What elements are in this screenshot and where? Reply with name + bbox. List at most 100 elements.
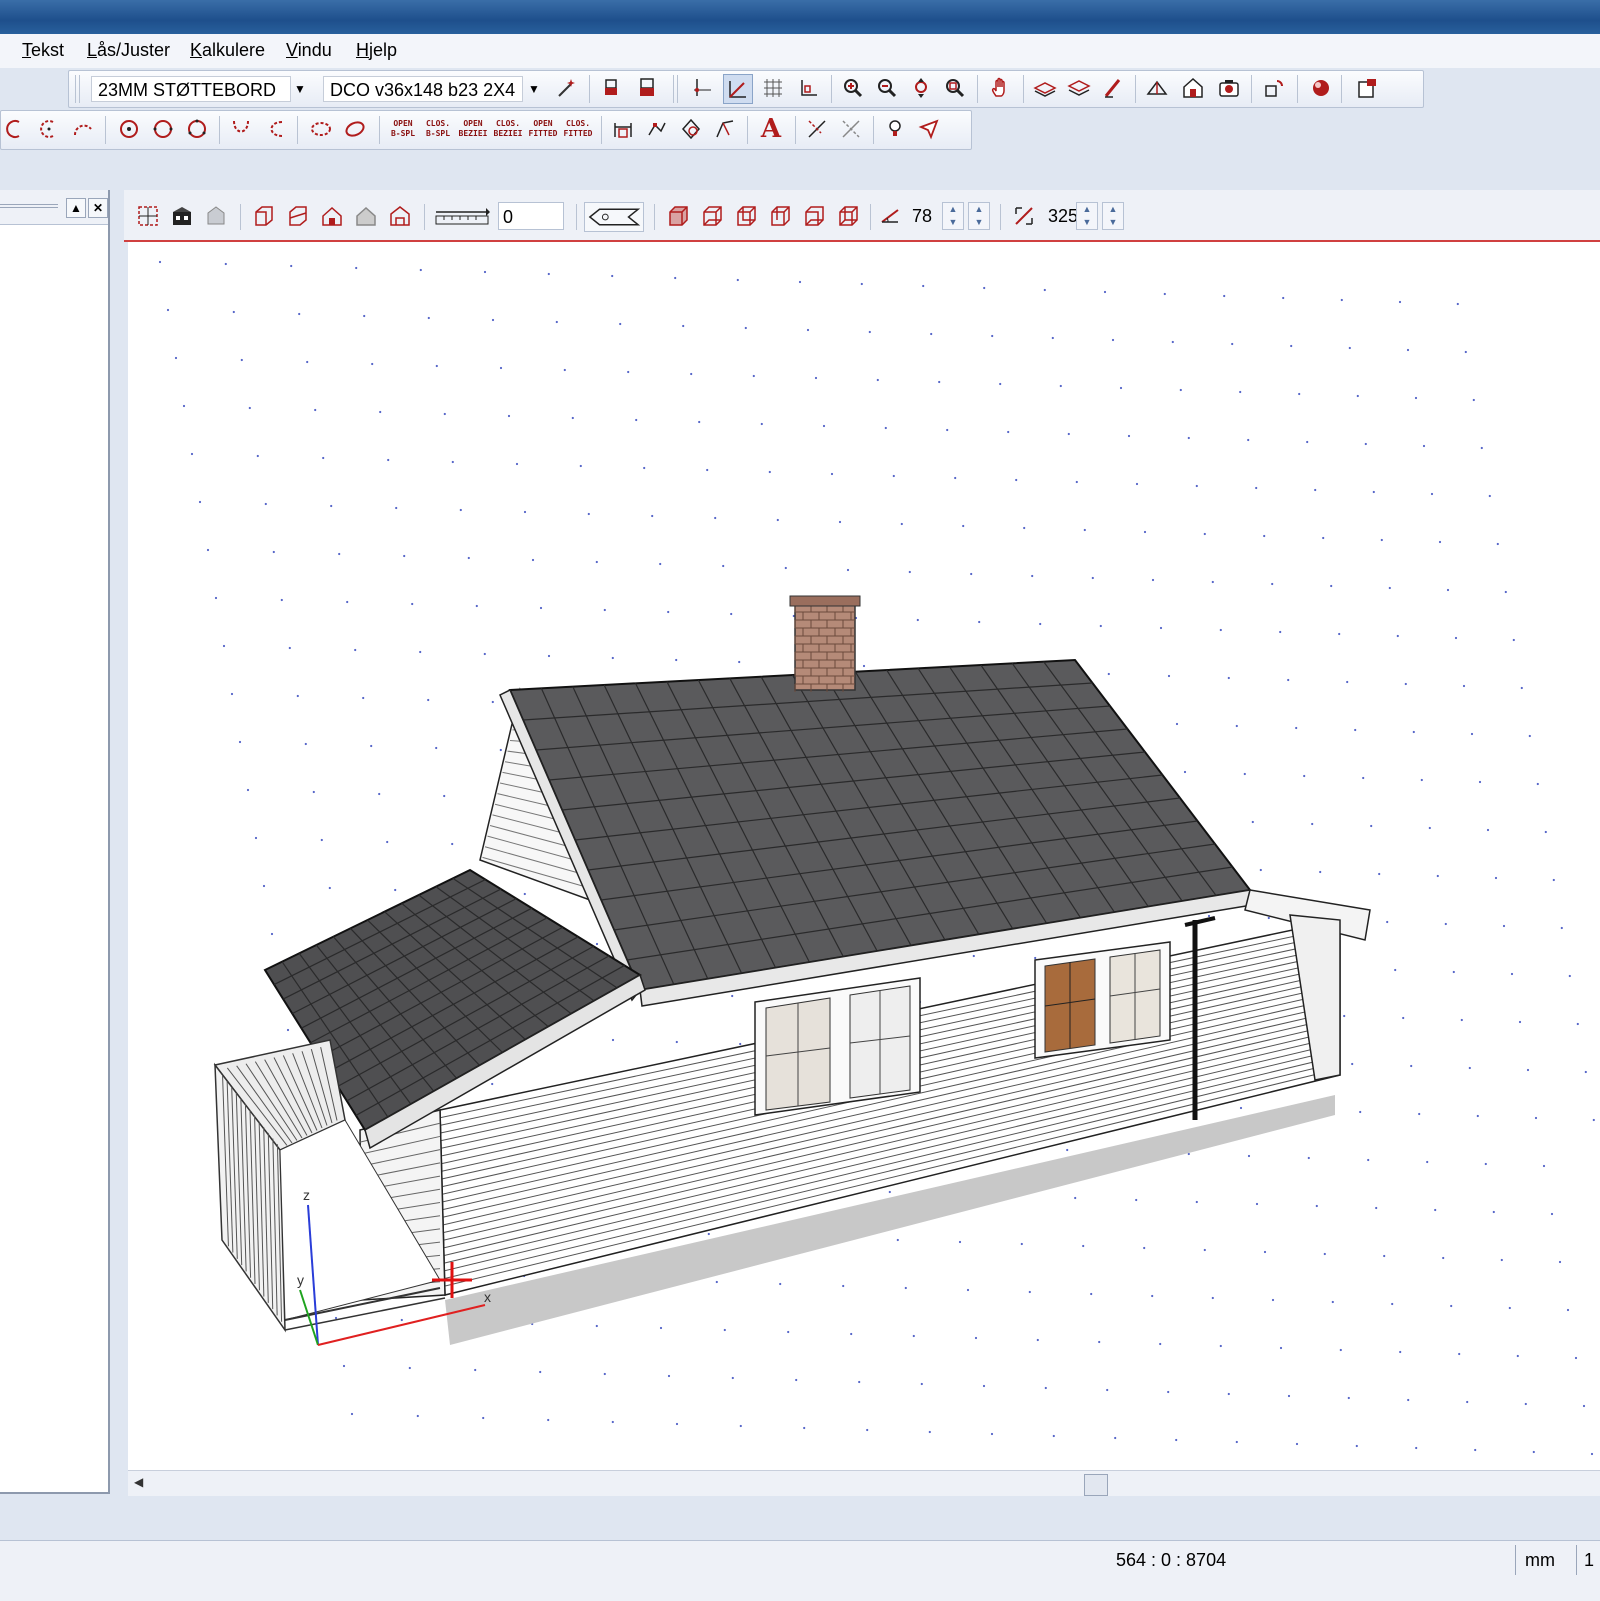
zoom-in-icon[interactable] (839, 74, 867, 102)
house-3d-model[interactable]: z y x (128, 242, 1600, 1470)
circle-center-icon[interactable] (115, 115, 143, 143)
curve-open-icon[interactable] (261, 115, 289, 143)
toolbar-separator (1251, 75, 1252, 103)
menu-las-juster[interactable]: Lås/Juster (87, 40, 170, 61)
layer-up-icon[interactable] (1031, 74, 1059, 102)
curve-icon[interactable] (227, 115, 255, 143)
house-icon[interactable] (1179, 74, 1207, 102)
box-view-6-icon[interactable] (834, 202, 862, 230)
angle-spinner-a[interactable]: ▲ ▼ (942, 202, 964, 230)
render-sphere-icon[interactable] (1307, 74, 1335, 102)
ruler-icon[interactable] (434, 202, 490, 230)
box-view-5-icon[interactable] (800, 202, 828, 230)
extend-icon[interactable] (837, 115, 865, 143)
grid-icon[interactable] (759, 74, 787, 102)
circle-2point-icon[interactable] (149, 115, 177, 143)
arc-3point-icon[interactable] (69, 115, 97, 143)
panel-pin-icon[interactable]: ▲ (66, 198, 86, 218)
view-grid-icon[interactable] (134, 202, 162, 230)
camera-icon[interactable] (1215, 74, 1243, 102)
tilt-angle-icon[interactable] (876, 202, 904, 230)
menu-tekst[interactable]: Tekst (22, 40, 64, 61)
box-view-3-icon[interactable] (732, 202, 760, 230)
box-view-2-icon[interactable] (698, 202, 726, 230)
scroll-left-icon[interactable]: ◀ (134, 1475, 143, 1489)
rotation-input[interactable]: 325 (1044, 202, 1080, 230)
scroll-thumb[interactable] (1084, 1474, 1108, 1496)
dimension-icon[interactable] (609, 115, 637, 143)
view-shaded-icon[interactable] (202, 202, 230, 230)
roof-view-icon[interactable] (318, 202, 346, 230)
horizontal-scrollbar[interactable]: ◀ (128, 1470, 1600, 1497)
angle-spinner-b[interactable]: ▲ ▼ (968, 202, 990, 230)
rotate-shape-icon[interactable] (677, 115, 705, 143)
zoom-out-icon[interactable] (873, 74, 901, 102)
zoom-window-icon[interactable] (941, 74, 969, 102)
roof-shaded-icon[interactable] (352, 202, 380, 230)
pencil-icon[interactable] (1099, 74, 1127, 102)
building-view-icon[interactable] (386, 202, 414, 230)
text-tool-button[interactable]: A (757, 114, 785, 144)
close-icon[interactable]: ✕ (88, 198, 108, 218)
toolbar-separator (240, 204, 241, 230)
closed-bspline-button[interactable]: CLOS. B-SPL (422, 115, 454, 143)
toolbar-separator (601, 116, 602, 144)
toolbar-separator (654, 204, 655, 230)
material-combo[interactable]: 23MM STØTTEBORD (91, 76, 291, 102)
properties-icon[interactable] (1353, 74, 1381, 102)
rotate-view-icon[interactable] (1010, 202, 1038, 230)
status-divider (1576, 1545, 1577, 1575)
menu-vindu[interactable]: Vindu (286, 40, 332, 61)
toolbar-separator (589, 75, 590, 103)
wall-view-icon[interactable] (250, 202, 278, 230)
menu-kalkulere[interactable]: Kalkulere (190, 40, 265, 61)
stretch-icon[interactable] (711, 115, 739, 143)
floor-view-icon[interactable] (284, 202, 312, 230)
lightbulb-icon[interactable] (881, 115, 909, 143)
pan-hand-icon[interactable] (987, 74, 1015, 102)
chevron-down-icon[interactable]: ▼ (289, 76, 311, 102)
pointer-icon[interactable] (915, 115, 943, 143)
layer-down-icon[interactable] (1065, 74, 1093, 102)
splitter[interactable] (110, 190, 124, 1540)
box-view-4-icon[interactable] (766, 202, 794, 230)
toolbar-separator (870, 204, 871, 230)
closed-bezier-button[interactable]: CLOS. BEZIEI (492, 115, 524, 143)
circle-3point-icon[interactable] (183, 115, 211, 143)
menu-hjelp[interactable]: Hjelp (356, 40, 397, 61)
walkthrough-icon[interactable] (1261, 74, 1289, 102)
rotation-spinner-b[interactable]: ▲ ▼ (1102, 202, 1124, 230)
zoom-extents-icon[interactable] (907, 74, 935, 102)
ellipse-rotated-icon[interactable] (341, 115, 369, 143)
view-house-icon[interactable] (168, 202, 196, 230)
trim-icon[interactable] (803, 115, 831, 143)
print-preview-icon[interactable] (633, 74, 661, 102)
status-divider (1515, 1545, 1516, 1575)
ellipse-icon[interactable] (307, 115, 335, 143)
open-fitted-button[interactable]: OPEN FITTED (527, 115, 559, 143)
ortho-icon[interactable] (689, 74, 717, 102)
arc-icon[interactable] (1, 115, 29, 143)
elevation-input[interactable]: 0 (498, 202, 564, 230)
draw-toolbar: OPEN B-SPL CLOS. B-SPL OPEN BEZIEI CLOS.… (0, 110, 972, 150)
view-3d-icon[interactable] (1143, 74, 1171, 102)
drawing-canvas[interactable]: z y x (128, 242, 1600, 1470)
window-1 (754, 977, 921, 1116)
magic-wand-icon[interactable] (553, 74, 581, 102)
rotation-spinner-a[interactable]: ▲ ▼ (1076, 202, 1098, 230)
open-bezier-button[interactable]: OPEN BEZIEI (457, 115, 489, 143)
direction-arrow-icon[interactable] (584, 202, 644, 232)
arc-center-icon[interactable] (35, 115, 63, 143)
open-bspline-button[interactable]: OPEN B-SPL (387, 115, 419, 143)
node-edit-icon[interactable] (643, 115, 671, 143)
chevron-down-icon[interactable]: ▼ (523, 76, 545, 102)
coordinate-readout: 564 : 0 : 8704 (1116, 1550, 1227, 1570)
status-extra: 1 (1584, 1550, 1595, 1570)
closed-fitted-button[interactable]: CLOS. FITTED (562, 115, 594, 143)
print-icon[interactable] (599, 74, 627, 102)
snap-corner-icon[interactable] (795, 74, 823, 102)
toolbar-grip (75, 75, 76, 103)
box-view-1-icon[interactable] (664, 202, 692, 230)
profile-combo[interactable]: DCO v36x148 b23 2X4 (323, 76, 523, 102)
angle-snap-icon[interactable] (723, 74, 753, 104)
